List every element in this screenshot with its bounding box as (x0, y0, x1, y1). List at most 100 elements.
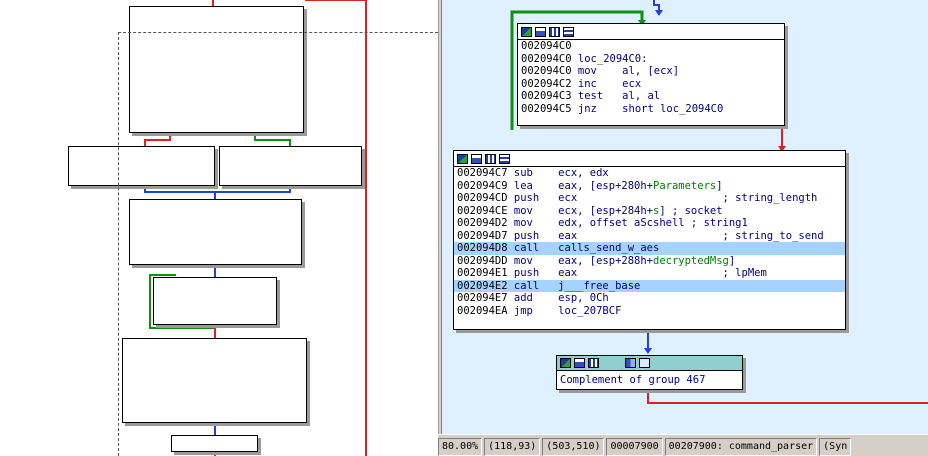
asm-address: 002094D7 (457, 229, 514, 242)
edit-group-icon[interactable] (639, 358, 650, 368)
asm-address: 002094C3 (521, 90, 578, 102)
asm-line: 002094C5 jnz short loc_2094C0 (518, 103, 784, 116)
group-icon[interactable] (563, 26, 574, 37)
overview-node[interactable] (68, 146, 215, 186)
asm-line: 002094C3 test al, al (518, 90, 784, 103)
asm-line: 002094C0 mov al, [ecx] (518, 65, 784, 78)
asm-address: 002094C5 (521, 102, 578, 115)
asm-line: 002094C9 lea eax, [esp+280h+Parameters] (454, 180, 845, 193)
asm-mnemonic: inc (577, 77, 623, 90)
graph-overview-pane[interactable] (0, 0, 438, 456)
asm-mnemonic: call (513, 279, 559, 292)
asm-address: 002094DD (457, 254, 514, 267)
asm-line: 002094C0 loc_2094C0: (518, 53, 784, 66)
group-icon[interactable] (499, 153, 510, 164)
current-location: 00207900: command_parser (664, 437, 818, 456)
asm-mnemonic: sub (513, 167, 559, 179)
mouse-coords: (118,93) (484, 437, 541, 456)
block-color-icon[interactable] (560, 358, 571, 368)
overview-node[interactable] (153, 277, 277, 325)
disassembly-graph-view[interactable]: 002094C0 002094C0 loc_2094C0: 002094C0 mo… (442, 0, 928, 434)
asm-line: 002094EA jmp loc_207BCF (454, 305, 845, 318)
asm-operand: short loc_2094C0 (622, 102, 724, 115)
graph-icon[interactable] (471, 153, 482, 164)
asm-line: 002094E1 push eax ; lpMem (454, 267, 845, 280)
asm-operand: edx, offset aScshell ; string1 (558, 217, 748, 229)
asm-address: 002094CE (457, 204, 514, 217)
graph-coords: (503,510) (542, 437, 605, 456)
asm-operand: eax (558, 229, 578, 242)
collapsed-group-block[interactable]: Complement of group 467 (556, 355, 743, 390)
asm-address: 002094E1 (457, 267, 514, 279)
asm-mnemonic: mov (513, 254, 559, 267)
asm-operand: loc_207BCF (558, 304, 622, 317)
asm-operand: esp, 0Ch (558, 292, 609, 304)
zoom-level: 80.00% (438, 437, 483, 456)
loop-block-rows: 002094C0 002094C0 loc_2094C0: 002094C0 mo… (518, 40, 784, 115)
asm-line: 002094E2 call j___free_base (454, 279, 845, 292)
loop-basic-block[interactable]: 002094C0 002094C0 loc_2094C0: 002094C0 mo… (517, 23, 785, 126)
asm-line: 002094CE mov ecx, [esp+284h+s] ; socket (454, 205, 845, 218)
asm-operand: calls_send_w_aes (558, 242, 660, 254)
asm-address: 002094E7 (457, 292, 514, 304)
asm-label: loc_2094C0: (577, 52, 648, 65)
overview-node[interactable] (129, 199, 302, 265)
asm-mnemonic: add (513, 292, 559, 304)
asm-mnemonic: test (577, 90, 623, 102)
block-color-icon[interactable] (521, 26, 532, 37)
group-label: Complement of group 467 (560, 374, 706, 386)
asm-address: 002094C7 (457, 167, 514, 179)
asm-address: 002094C0 (521, 52, 578, 65)
block-header (518, 24, 784, 40)
asm-operand: ecx, [esp+284h+s] ; socket (558, 204, 723, 217)
asm-line: 002094D2 mov edx, offset aScshell ; stri… (454, 217, 845, 230)
asm-mnemonic: push (513, 229, 559, 242)
graph-icon[interactable] (574, 358, 585, 368)
overview-node[interactable] (122, 338, 307, 423)
asm-address: 002094EA (457, 304, 514, 317)
asm-comment: ; lpMem (577, 267, 767, 279)
asm-stack-var: Parameters (653, 179, 717, 192)
uncollapse-group-icon[interactable] (625, 358, 636, 368)
asm-mnemonic: push (513, 192, 559, 204)
text-view-icon[interactable] (549, 26, 560, 37)
asm-address: 002094C9 (457, 179, 514, 192)
asm-operand: ecx (622, 77, 642, 90)
block-header (454, 151, 845, 167)
asm-operand: al, [ecx] (622, 65, 680, 77)
asm-address: 002094E2 (457, 279, 514, 292)
asm-address: 002094C0 (521, 40, 578, 52)
asm-mnemonic: lea (513, 179, 559, 192)
asm-address: 002094C2 (521, 77, 578, 90)
asm-mnemonic: push (513, 267, 559, 279)
text-view-icon[interactable] (485, 153, 496, 164)
asm-stack-var: decryptedMsg (653, 254, 729, 267)
asm-mnemonic: mov (513, 217, 559, 229)
overview-node[interactable] (171, 435, 258, 452)
asm-mnemonic: jmp (513, 304, 559, 317)
asm-stack-var: s (653, 204, 660, 217)
asm-line: 002094D7 push eax ; string_to_send (454, 230, 845, 243)
asm-address: 002094C0 (521, 65, 578, 77)
asm-line: 002094C2 inc ecx (518, 78, 784, 91)
overview-node[interactable] (129, 6, 304, 133)
asm-line: 002094CD push ecx ; string_length (454, 192, 845, 205)
asm-line: 002094D8 call calls_send_w_aes (454, 242, 845, 255)
asm-address: 002094CD (457, 192, 514, 204)
asm-mnemonic: call (513, 242, 559, 254)
block-color-icon[interactable] (457, 153, 468, 164)
asm-operand: ecx, edx (558, 167, 609, 179)
main-basic-block[interactable]: 002094C7 sub ecx, edx 002094C9 lea eax, [… (453, 150, 846, 330)
asm-mnemonic: jnz (577, 102, 623, 115)
overview-node[interactable] (219, 146, 362, 186)
text-view-icon[interactable] (588, 358, 599, 368)
status-bar: 80.00% (118,93) (503,510) 00007900 00207… (438, 434, 928, 456)
asm-comment: ; string_length (577, 192, 818, 204)
graph-icon[interactable] (535, 26, 546, 37)
asm-line: 002094E7 add esp, 0Ch (454, 292, 845, 305)
group-header (557, 356, 742, 371)
asm-operand: al, al (622, 90, 661, 102)
asm-address: 002094D8 (457, 242, 514, 254)
main-block-rows: 002094C7 sub ecx, edx 002094C9 lea eax, [… (454, 167, 845, 317)
asm-operand: eax, [esp+288h+decryptedMsg] (558, 254, 736, 267)
